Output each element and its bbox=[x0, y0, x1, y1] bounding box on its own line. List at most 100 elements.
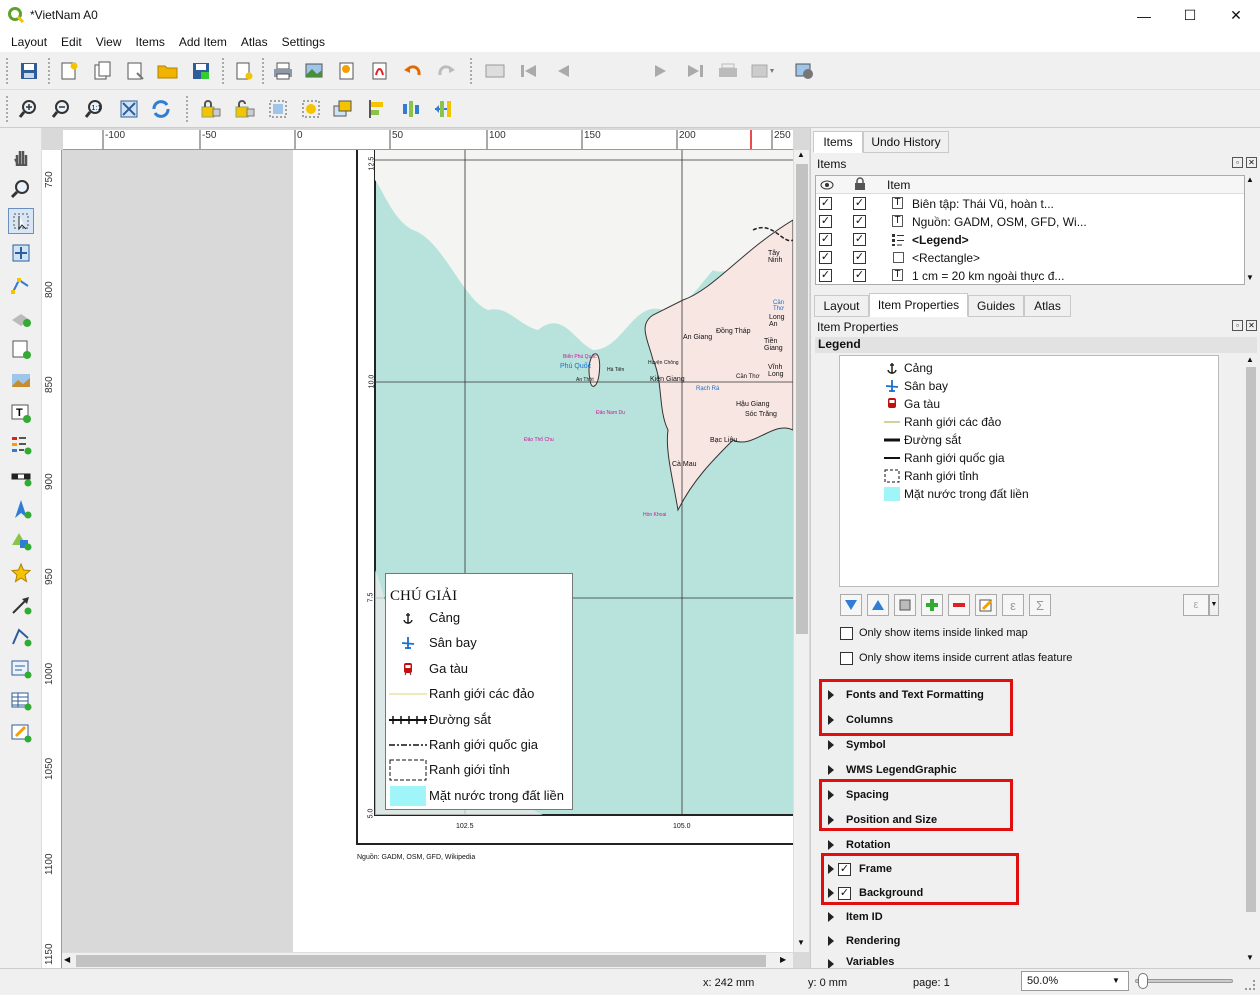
lock-checkbox[interactable]: ✓ bbox=[853, 269, 866, 282]
print-icon[interactable] bbox=[270, 58, 296, 84]
add-arrow-icon[interactable] bbox=[8, 592, 34, 618]
close-button[interactable]: ✕ bbox=[1213, 0, 1259, 31]
section-rotation[interactable]: Rotation bbox=[828, 836, 891, 854]
zoom-slider[interactable] bbox=[1135, 979, 1233, 983]
add-html-icon[interactable] bbox=[8, 656, 34, 682]
list-item[interactable]: ✓ ✓ <Rectangle> bbox=[816, 249, 1244, 267]
tab-item-properties[interactable]: Item Properties bbox=[869, 293, 968, 317]
menu-add-item[interactable]: Add Item bbox=[172, 35, 234, 49]
last-feature-icon[interactable] bbox=[682, 58, 708, 84]
section-item-id[interactable]: Item ID bbox=[828, 908, 883, 926]
lock-checkbox[interactable]: ✓ bbox=[853, 251, 866, 264]
list-item[interactable]: Sân bay bbox=[840, 377, 1220, 395]
undo-icon[interactable] bbox=[400, 58, 426, 84]
visibility-checkbox[interactable]: ✓ bbox=[819, 269, 832, 282]
scroll-thumb[interactable] bbox=[76, 955, 766, 967]
only-atlas-feature-option[interactable]: Only show items inside current atlas fea… bbox=[840, 650, 1072, 666]
map-frame[interactable] bbox=[293, 150, 793, 952]
list-item[interactable]: Ga tàu bbox=[840, 395, 1220, 413]
unlock-items-icon[interactable] bbox=[232, 96, 258, 122]
properties-scrollbar[interactable]: ▲ ▼ bbox=[1245, 355, 1257, 967]
items-scrollbar[interactable]: ▲ ▼ bbox=[1245, 175, 1257, 285]
list-item[interactable]: Ranh giới tỉnh bbox=[840, 467, 1220, 485]
tab-atlas[interactable]: Atlas bbox=[1024, 295, 1071, 317]
refresh-icon[interactable] bbox=[148, 96, 174, 122]
canvas-vertical-scrollbar[interactable]: ▲ ▼ bbox=[793, 150, 809, 952]
menu-view[interactable]: View bbox=[89, 35, 129, 49]
save-icon[interactable] bbox=[16, 58, 42, 84]
menu-settings[interactable]: Settings bbox=[275, 35, 332, 49]
lock-checkbox[interactable]: ✓ bbox=[853, 197, 866, 210]
menu-atlas[interactable]: Atlas bbox=[234, 35, 275, 49]
zoom-full-icon[interactable] bbox=[116, 96, 142, 122]
new-layout-icon[interactable] bbox=[56, 58, 82, 84]
lock-items-icon[interactable] bbox=[198, 96, 224, 122]
chevron-down-icon[interactable]: ▼ bbox=[1209, 594, 1219, 616]
float-panel-icon[interactable]: ▫ bbox=[1232, 320, 1243, 331]
add-scalebar-icon[interactable] bbox=[8, 464, 34, 490]
close-panel-icon[interactable]: ✕ bbox=[1246, 157, 1257, 168]
remove-item-button[interactable] bbox=[948, 594, 970, 616]
filter-button[interactable]: ε bbox=[1183, 594, 1209, 616]
tab-guides[interactable]: Guides bbox=[968, 295, 1024, 317]
first-feature-icon[interactable] bbox=[516, 58, 542, 84]
list-item[interactable]: Đường sắt bbox=[840, 431, 1220, 449]
scroll-right-icon[interactable]: ▶ bbox=[780, 955, 786, 964]
atlas-preview-icon[interactable] bbox=[482, 58, 508, 84]
zoom-tool-icon[interactable] bbox=[8, 176, 34, 202]
open-folder-icon[interactable] bbox=[155, 58, 181, 84]
toolbar-grip[interactable] bbox=[6, 58, 10, 84]
list-item[interactable]: ✓ ✓ <Legend> bbox=[816, 231, 1244, 249]
tab-layout[interactable]: Layout bbox=[814, 295, 869, 317]
map-legend[interactable]: CHÚ GIẢI Cảng Sân bay Ga tàu Ranh giới c… bbox=[385, 573, 573, 810]
add-fixed-table-icon[interactable] bbox=[8, 720, 34, 746]
move-up-button[interactable] bbox=[867, 594, 889, 616]
atlas-settings-icon[interactable] bbox=[792, 58, 818, 84]
add-group-button[interactable] bbox=[894, 594, 916, 616]
add-label-icon[interactable]: T bbox=[8, 400, 34, 426]
next-feature-icon[interactable] bbox=[648, 58, 674, 84]
visibility-checkbox[interactable]: ✓ bbox=[819, 197, 832, 210]
maximize-button[interactable]: ☐ bbox=[1167, 0, 1213, 31]
add-marker-icon[interactable] bbox=[8, 560, 34, 586]
pan-icon[interactable] bbox=[8, 144, 34, 170]
redo-icon[interactable] bbox=[433, 58, 459, 84]
zoom-actual-icon[interactable]: 1:1 bbox=[82, 96, 108, 122]
sum-button[interactable]: Σ bbox=[1029, 594, 1051, 616]
raise-items-icon[interactable] bbox=[330, 96, 356, 122]
distribute-items-icon[interactable] bbox=[398, 96, 424, 122]
section-symbol[interactable]: Symbol bbox=[828, 736, 886, 754]
list-item[interactable]: Ranh giới các đảo bbox=[840, 413, 1220, 431]
export-image-icon[interactable] bbox=[302, 58, 328, 84]
export-svg-icon[interactable] bbox=[334, 58, 360, 84]
edit-item-button[interactable] bbox=[975, 594, 997, 616]
section-rendering[interactable]: Rendering bbox=[828, 932, 900, 950]
add-shape-icon[interactable] bbox=[8, 528, 34, 554]
scroll-thumb[interactable] bbox=[796, 164, 808, 634]
section-variables[interactable]: Variables bbox=[828, 956, 894, 968]
export-atlas-icon[interactable] bbox=[750, 58, 776, 84]
zoom-slider-handle[interactable] bbox=[1138, 973, 1148, 989]
add-attribute-table-icon[interactable] bbox=[8, 688, 34, 714]
move-content-icon[interactable] bbox=[8, 240, 34, 266]
items-list[interactable]: Item ✓ ✓ T Biên tập: Thái Vũ, hoàn t... … bbox=[815, 175, 1245, 285]
lock-checkbox[interactable]: ✓ bbox=[853, 215, 866, 228]
move-down-button[interactable] bbox=[840, 594, 862, 616]
scroll-thumb[interactable] bbox=[1246, 367, 1256, 912]
canvas-horizontal-scrollbar[interactable]: ◀ ▶ bbox=[62, 952, 793, 968]
lock-checkbox[interactable]: ✓ bbox=[853, 233, 866, 246]
visibility-checkbox[interactable]: ✓ bbox=[819, 215, 832, 228]
group-items-icon[interactable] bbox=[265, 96, 291, 122]
add-3d-map-icon[interactable] bbox=[8, 304, 34, 330]
legend-items-tree[interactable]: Cảng Sân bay Ga tàu Ranh giới các đảo Đư… bbox=[839, 355, 1219, 587]
menu-layout[interactable]: Layout bbox=[4, 35, 54, 49]
zoom-in-icon[interactable] bbox=[16, 96, 42, 122]
close-panel-icon[interactable]: ✕ bbox=[1246, 320, 1257, 331]
section-wms-legend[interactable]: WMS LegendGraphic bbox=[828, 761, 957, 779]
menu-edit[interactable]: Edit bbox=[54, 35, 89, 49]
zoom-out-icon[interactable] bbox=[49, 96, 75, 122]
previous-feature-icon[interactable] bbox=[550, 58, 576, 84]
atlas-feature-checkbox[interactable] bbox=[840, 651, 853, 665]
menu-items[interactable]: Items bbox=[129, 35, 172, 49]
float-panel-icon[interactable]: ▫ bbox=[1232, 157, 1243, 168]
